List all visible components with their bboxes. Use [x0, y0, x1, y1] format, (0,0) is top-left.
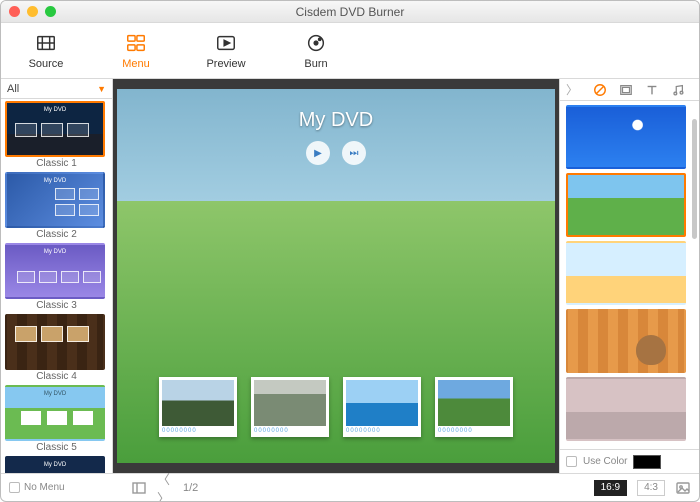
template-thumb — [5, 314, 105, 370]
tab-source[interactable]: Source — [1, 23, 91, 78]
use-color-row: Use Color — [560, 449, 699, 473]
tab-frame[interactable] — [618, 82, 634, 98]
tab-menu[interactable]: Menu — [91, 23, 181, 78]
layout-icon[interactable] — [131, 480, 147, 496]
burn-icon — [305, 32, 327, 54]
chapter-image — [346, 380, 418, 426]
template-thumb: My DVD — [5, 172, 105, 228]
template-label: Classic 1 — [5, 157, 108, 170]
template-item[interactable]: My DVD Classic 1 — [5, 101, 108, 170]
center-pane: My DVD ▶ ⏭ 00000000 00000000 — [113, 79, 559, 473]
dvd-title[interactable]: My DVD — [299, 109, 373, 132]
tab-label: Preview — [206, 58, 245, 70]
use-color-checkbox[interactable] — [566, 456, 577, 467]
template-item[interactable]: My DVD Classic 2 — [5, 172, 108, 241]
inspector-tabs: 〉 — [560, 79, 699, 101]
template-label: Classic 4 — [5, 370, 108, 383]
scrollbar[interactable] — [692, 119, 697, 239]
no-icon — [593, 83, 607, 97]
chapter-caption: 00000000 — [438, 426, 510, 434]
background-list[interactable] — [560, 101, 699, 449]
chevron-down-icon: ▼ — [97, 84, 106, 94]
source-icon — [35, 32, 57, 54]
inspector-panel: 〉 — [559, 79, 699, 473]
tab-label: Menu — [122, 58, 150, 70]
background-item[interactable] — [566, 105, 686, 169]
music-icon — [671, 83, 685, 97]
background-item[interactable] — [566, 241, 686, 305]
template-filter-dropdown[interactable]: All ▼ — [1, 79, 112, 99]
template-item[interactable]: Classic 4 — [5, 314, 108, 383]
window-zoom-button[interactable] — [45, 6, 56, 17]
chapter-caption: 00000000 — [346, 426, 418, 434]
background-item[interactable] — [566, 377, 686, 441]
tab-label: Source — [29, 58, 64, 70]
chapter-image — [162, 380, 234, 426]
chapter-thumb[interactable]: 00000000 — [435, 377, 513, 437]
template-thumb: My DVD — [5, 456, 105, 473]
no-menu-label: No Menu — [24, 482, 65, 493]
footer-bar: No Menu 〈 〉 1/2 16:9 4:3 — [1, 473, 699, 501]
menu-icon — [125, 32, 147, 54]
tab-text[interactable] — [644, 82, 660, 98]
template-thumb: My DVD — [5, 243, 105, 299]
template-item[interactable]: My DVD — [5, 456, 108, 473]
play-button[interactable]: ▶ — [306, 141, 330, 165]
menu-preview-stage[interactable]: My DVD ▶ ⏭ 00000000 00000000 — [117, 89, 555, 463]
tab-music[interactable] — [670, 82, 686, 98]
chapter-thumb[interactable]: 00000000 — [251, 377, 329, 437]
next-button[interactable]: ⏭ — [342, 141, 366, 165]
tab-background[interactable] — [592, 82, 608, 98]
template-label: Classic 5 — [5, 441, 108, 454]
window-minimize-button[interactable] — [27, 6, 38, 17]
chapter-image — [438, 380, 510, 426]
template-item[interactable]: My DVD Classic 5 — [5, 385, 108, 454]
tab-preview[interactable]: Preview — [181, 23, 271, 78]
template-label: Classic 2 — [5, 228, 108, 241]
image-picker-button[interactable] — [675, 480, 691, 496]
window-close-button[interactable] — [9, 6, 20, 17]
template-sidebar: All ▼ My DVD Classic 1 My DVD — [1, 79, 113, 473]
no-menu-checkbox[interactable] — [9, 482, 20, 493]
tab-label: Burn — [304, 58, 327, 70]
chapter-caption: 00000000 — [254, 426, 326, 434]
chapter-thumb[interactable]: 00000000 — [159, 377, 237, 437]
app-window: Cisdem DVD Burner Source Menu Preview Bu… — [0, 0, 700, 502]
collapse-panel-button[interactable]: 〉 — [566, 81, 578, 98]
text-icon — [645, 83, 659, 97]
template-filter-label: All — [7, 83, 19, 95]
aspect-4-3-button[interactable]: 4:3 — [637, 480, 665, 496]
stage-background: My DVD ▶ ⏭ 00000000 00000000 — [113, 79, 559, 473]
titlebar: Cisdem DVD Burner — [1, 1, 699, 23]
template-thumb: My DVD — [5, 385, 105, 441]
use-color-label: Use Color — [583, 456, 627, 467]
template-item[interactable]: My DVD Classic 3 — [5, 243, 108, 312]
background-item[interactable] — [566, 309, 686, 373]
prev-page-button[interactable]: 〈 〉 — [157, 480, 173, 496]
template-list[interactable]: My DVD Classic 1 My DVD Cl — [1, 99, 112, 473]
page-indicator: 1/2 — [183, 482, 198, 494]
preview-icon — [215, 32, 237, 54]
tab-burn[interactable]: Burn — [271, 23, 361, 78]
window-title: Cisdem DVD Burner — [296, 5, 405, 19]
template-thumb: My DVD — [5, 101, 105, 157]
background-item[interactable] — [566, 173, 686, 237]
toolbar: Source Menu Preview Burn — [1, 23, 699, 79]
chapter-image — [254, 380, 326, 426]
chapter-caption: 00000000 — [162, 426, 234, 434]
color-swatch[interactable] — [633, 455, 661, 469]
template-label: Classic 3 — [5, 299, 108, 312]
aspect-16-9-button[interactable]: 16:9 — [594, 480, 627, 496]
chapter-thumb[interactable]: 00000000 — [343, 377, 421, 437]
frame-icon — [619, 83, 633, 97]
